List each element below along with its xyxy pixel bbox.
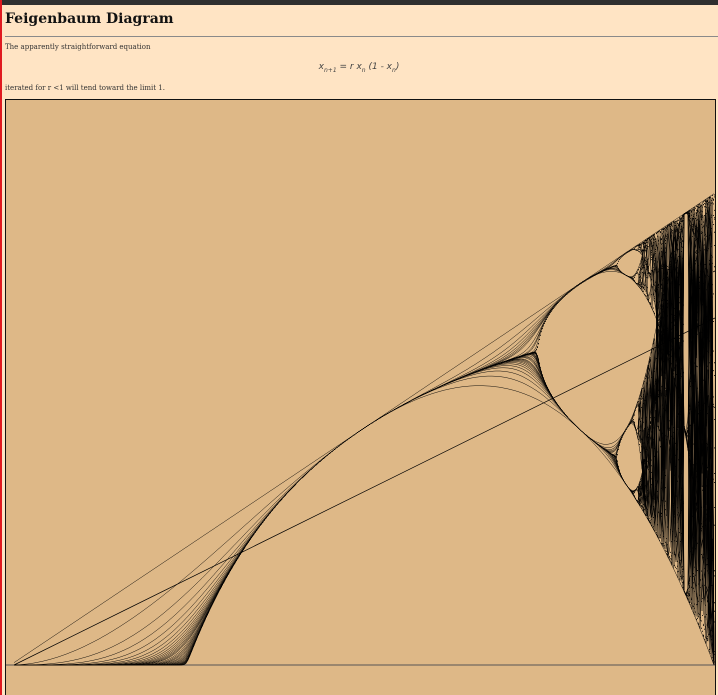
- equation-lhs-sub: n+1: [323, 66, 337, 74]
- iteration-curve: [14, 226, 715, 666]
- iteration-curve: [14, 235, 715, 666]
- note-text: iterated for r <1 will tend toward the l…: [5, 84, 165, 92]
- iteration-curve: [14, 204, 715, 666]
- title-divider: [5, 36, 718, 37]
- left-accent-bar: [0, 0, 2, 695]
- iteration-curve: [14, 211, 715, 666]
- iteration-curve: [14, 212, 715, 666]
- page-title: Feigenbaum Diagram: [5, 11, 174, 27]
- top-bar: [0, 0, 718, 5]
- iteration-curve: [14, 225, 715, 666]
- iteration-curve: [14, 220, 715, 666]
- iteration-curve: [14, 202, 715, 666]
- iteration-curve: [14, 207, 715, 666]
- feigenbaum-canvas: [5, 99, 716, 695]
- equation-rhs-suffix: ): [395, 62, 400, 72]
- diagonal-line: [13, 317, 715, 666]
- feigenbaum-plot: [6, 193, 715, 666]
- iteration-curve: [14, 203, 715, 666]
- iteration-curve: [14, 271, 715, 666]
- equation-rhs-prefix: = r x: [336, 62, 362, 72]
- logistic-equation: xn+1 = r xn (1 - xn): [0, 62, 718, 74]
- iteration-curve: [13, 385, 715, 666]
- equation-rhs-mid: (1 - x: [365, 62, 393, 72]
- iteration-curve: [14, 225, 715, 666]
- iteration-curve: [14, 207, 715, 666]
- iteration-curve: [14, 212, 715, 666]
- iteration-curve: [14, 212, 715, 666]
- iteration-curve: [14, 210, 715, 666]
- iteration-curve: [14, 220, 715, 666]
- iteration-curve: [14, 204, 715, 666]
- iteration-curve: [14, 230, 715, 666]
- intro-text: The apparently straightforward equation: [5, 43, 151, 51]
- iteration-curve: [14, 203, 715, 666]
- iteration-curve: [14, 205, 715, 666]
- iteration-curve: [14, 211, 715, 666]
- iteration-curve: [14, 203, 715, 666]
- iteration-curve: [14, 205, 715, 666]
- iteration-curve: [14, 203, 715, 666]
- iteration-curve: [14, 207, 715, 666]
